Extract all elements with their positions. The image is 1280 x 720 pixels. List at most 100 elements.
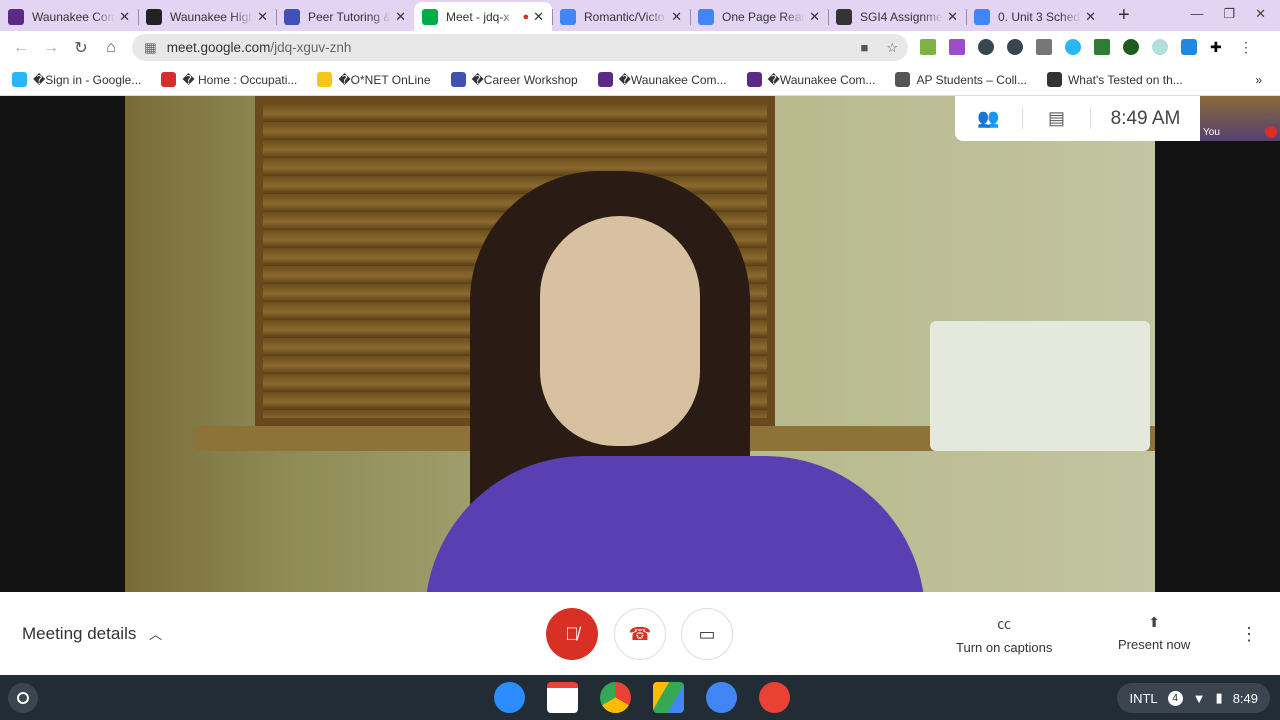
bookmark-star-icon[interactable]: ☆	[886, 40, 898, 56]
meeting-details-button[interactable]: Meeting details ︿	[22, 624, 162, 644]
camera-icon: ▭	[698, 623, 716, 644]
extension-icon[interactable]	[1036, 39, 1052, 55]
mic-toggle-button[interactable]: 🎙̸	[546, 608, 598, 660]
bookmark-item[interactable]: �Waunakee Com...	[746, 72, 875, 87]
people-icon[interactable]: 👥	[955, 108, 1023, 129]
extension-icon[interactable]	[1181, 39, 1197, 55]
reload-icon[interactable]: ↻	[66, 38, 96, 58]
window-controls: — ❐ ✕	[1190, 6, 1280, 22]
close-tab-icon[interactable]: ✕	[809, 9, 820, 25]
tab-4[interactable]: Romantic/Victo ✕	[552, 2, 690, 31]
globe-icon	[836, 8, 852, 25]
waunakee-w-icon	[8, 8, 24, 25]
present-icon: ⬆	[1148, 614, 1160, 630]
bookmark-favicon-icon	[597, 72, 613, 87]
extension-icon[interactable]	[1152, 39, 1168, 55]
tab-1[interactable]: Waunakee High ✕	[138, 2, 276, 31]
drive-app-icon[interactable]	[653, 682, 684, 713]
extension-icon[interactable]	[1065, 39, 1081, 55]
minimize-icon[interactable]: —	[1190, 6, 1203, 22]
battery-icon: ▮	[1215, 690, 1223, 705]
bookmark-item[interactable]: � Home : Occupati...	[161, 72, 297, 87]
launcher-button[interactable]	[8, 683, 38, 713]
present-button[interactable]: ⬆ Present now	[1118, 614, 1190, 652]
close-window-icon[interactable]: ✕	[1255, 6, 1266, 22]
docs-icon	[560, 8, 576, 25]
tab-2[interactable]: Peer Tutoring & ✕	[276, 2, 414, 31]
bookmark-item[interactable]: �O*NET OnLine	[317, 72, 431, 87]
close-tab-icon[interactable]: ✕	[119, 9, 130, 25]
self-view-tile[interactable]: You	[1200, 96, 1280, 141]
participant-video	[125, 96, 1155, 592]
site-info-icon[interactable]: ▦	[144, 40, 157, 56]
close-tab-icon[interactable]: ✕	[671, 9, 682, 25]
extension-icon[interactable]	[949, 39, 965, 55]
chat-icon[interactable]: ▤	[1023, 108, 1091, 129]
tab-5[interactable]: One Page Read ✕	[690, 2, 828, 31]
chrome-app-icon[interactable]	[600, 682, 631, 713]
cc-icon: ㏄	[997, 616, 1012, 632]
bookmark-item[interactable]: �Sign in - Google...	[12, 72, 141, 87]
restore-icon[interactable]: ❐	[1223, 6, 1235, 22]
extension-icon[interactable]	[1094, 39, 1110, 55]
mic-off-icon: 🎙̸	[565, 623, 579, 644]
meet-icon	[422, 8, 438, 25]
zoom-app-icon[interactable]	[494, 682, 525, 713]
extension-icon[interactable]	[1007, 39, 1023, 55]
close-tab-icon[interactable]: ✕	[257, 9, 268, 25]
home-icon[interactable]: ⌂	[96, 39, 126, 57]
tab-6[interactable]: SGI4 Assignme ✕	[828, 2, 966, 31]
chevron-up-icon: ︿	[149, 627, 163, 642]
bookmark-item[interactable]: AP Students – Coll...	[895, 72, 1027, 87]
files-app-icon[interactable]	[706, 682, 737, 713]
menu-kebab-icon[interactable]: ⋮	[1239, 39, 1255, 55]
tab-0[interactable]: Waunakee Com ✕	[0, 2, 138, 31]
address-bar[interactable]: ▦ meet.google.com/jdq-xguv-znh ■ ☆	[132, 34, 908, 61]
whiteboard	[930, 321, 1150, 451]
camera-toggle-button[interactable]: ▭	[681, 608, 733, 660]
status-tray[interactable]: INTL 4 ▼ ▮ 8:49	[1117, 683, 1270, 713]
close-tab-icon[interactable]: ✕	[1085, 9, 1096, 25]
chromeos-shelf: INTL 4 ▼ ▮ 8:49	[0, 675, 1280, 720]
tab-7[interactable]: 0. Unit 3 Sched ✕	[966, 2, 1104, 31]
new-tab-icon[interactable]: +	[1118, 4, 1130, 27]
close-tab-icon[interactable]: ✕	[947, 9, 958, 25]
gallery-app-icon[interactable]	[759, 682, 790, 713]
wifi-icon: ▼	[1192, 690, 1206, 706]
extension-icon[interactable]	[1123, 39, 1139, 55]
meet-stage: 👥 ▤ 8:49 AM You	[0, 96, 1280, 592]
gmail-app-icon[interactable]	[547, 682, 578, 713]
extensions: ✚ ⋮	[920, 39, 1255, 55]
docs-icon	[974, 8, 990, 25]
bookmark-favicon-icon	[450, 72, 466, 87]
bookmarks-overflow-icon[interactable]: »	[1255, 73, 1262, 87]
bookmark-item[interactable]: �Waunakee Com...	[597, 72, 727, 87]
recording-icon: ●	[522, 10, 530, 23]
notification-count: 4	[1167, 690, 1183, 706]
bookmark-favicon-icon	[161, 72, 177, 87]
forward-icon[interactable]: →	[36, 39, 66, 57]
puzzle-icon[interactable]: ✚	[1210, 39, 1226, 55]
bookmark-favicon-icon	[12, 72, 27, 87]
leave-call-button[interactable]: ☎	[614, 608, 666, 660]
extension-icon[interactable]	[920, 39, 936, 55]
tab-3[interactable]: Meet - jdq-x ● ✕	[414, 2, 552, 31]
bookmark-favicon-icon	[746, 72, 762, 87]
forms-icon	[284, 8, 300, 25]
captions-button[interactable]: ㏄ Turn on captions	[956, 614, 1052, 655]
more-options-icon[interactable]: ⋮	[1240, 624, 1258, 645]
bookmark-item[interactable]: What's Tested on th...	[1046, 72, 1183, 87]
close-tab-icon[interactable]: ✕	[533, 9, 544, 25]
back-icon[interactable]: ←	[6, 39, 36, 57]
bookmark-favicon-icon	[895, 72, 911, 87]
schoology-icon	[146, 8, 162, 25]
mic-muted-icon	[1265, 126, 1277, 138]
bookmark-favicon-icon	[1046, 72, 1062, 87]
meet-controls: Meeting details ︿ 🎙̸ ☎ ▭ ㏄ Turn on captio…	[0, 592, 1280, 675]
bookmark-item[interactable]: �Career Workshop	[450, 72, 578, 87]
person-face	[540, 216, 700, 446]
tab-strip: Waunakee Com ✕ Waunakee High ✕ Peer Tutoring…	[0, 0, 1280, 31]
extension-icon[interactable]	[978, 39, 994, 55]
camera-in-use-icon[interactable]: ■	[860, 40, 868, 56]
close-tab-icon[interactable]: ✕	[395, 9, 406, 25]
